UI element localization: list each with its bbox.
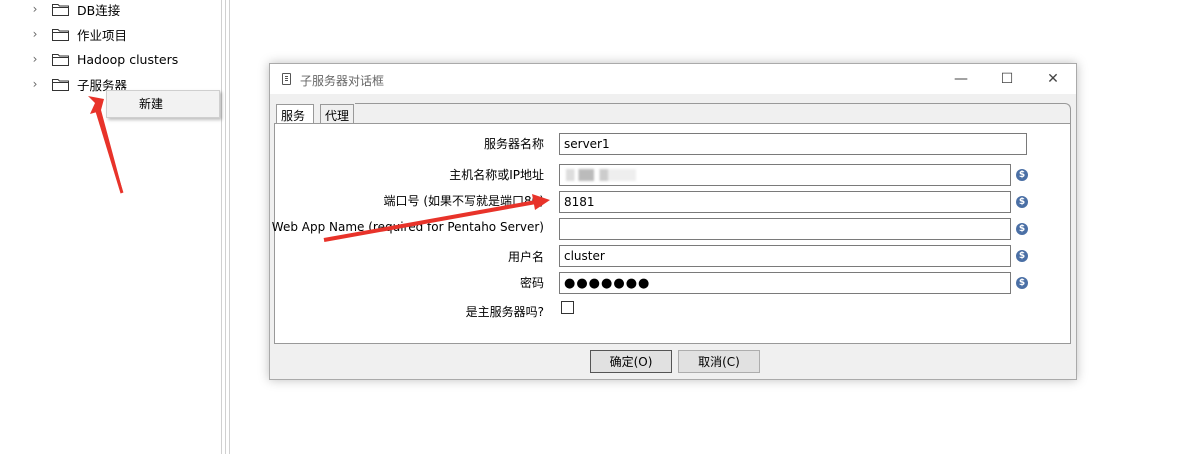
password-input[interactable]: ●●●●●●● [559,272,1011,294]
port-label: 端口号 (如果不写就是端口80) [383,194,544,208]
folder-icon [52,53,69,66]
webapp-name-label: Web App Name (required for Pentaho Serve… [271,220,544,234]
panel-splitter[interactable] [221,0,230,454]
variable-icon[interactable]: $ [1016,250,1028,262]
variable-icon[interactable]: $ [1016,277,1028,289]
tree-item-hadoop-clusters[interactable]: › Hadoop clusters [28,48,179,70]
variable-icon[interactable]: $ [1016,223,1028,235]
tab-proxy[interactable]: 代理 [320,104,354,124]
password-label: 密码 [519,276,544,290]
ok-button[interactable]: 确定(O) [590,350,672,373]
slave-server-dialog: 子服务器对话框 — ☐ ✕ 服务 代理 服务器名称 server1 主机名称或I… [269,63,1077,380]
folder-icon [52,78,69,91]
tree-item-label: DB连接 [77,2,121,18]
context-menu: 新建 [106,90,220,118]
is-master-label: 是主服务器吗? [465,305,544,319]
tree-item-label: Hadoop clusters [77,51,179,67]
tab-panel-service: 服务器名称 server1 主机名称或IP地址 $ 端口号 (如果不写就是端口8… [271,103,1071,344]
server-name-input[interactable]: server1 [559,133,1027,155]
redacted-value [566,169,636,181]
document-icon [282,73,291,85]
variable-icon[interactable]: $ [1016,196,1028,208]
dialog-titlebar[interactable]: 子服务器对话框 — ☐ ✕ [270,64,1076,94]
cancel-button[interactable]: 取消(C) [678,350,760,373]
minimize-button[interactable]: — [938,64,984,94]
chevron-right-icon[interactable]: › [28,2,42,16]
context-menu-item-new[interactable]: 新建 [139,95,163,112]
chevron-right-icon[interactable]: › [28,77,42,91]
tree-item-jobs[interactable]: › 作业项目 [28,23,127,45]
hostname-input[interactable] [559,164,1011,186]
hostname-label: 主机名称或IP地址 [449,168,544,182]
is-master-checkbox[interactable] [561,301,574,314]
close-button[interactable]: ✕ [1030,64,1076,94]
server-name-label: 服务器名称 [483,137,544,151]
tab-service[interactable]: 服务 [276,104,314,125]
folder-icon [52,28,69,41]
chevron-right-icon[interactable]: › [28,27,42,41]
port-input[interactable]: 8181 [559,191,1011,213]
username-label: 用户名 [507,250,544,264]
tree-panel: › DB连接 › 作业项目 › Hadoop clusters › 子服务器 [0,0,221,454]
username-input[interactable]: cluster [559,245,1011,267]
webapp-name-input[interactable] [559,218,1011,240]
chevron-right-icon[interactable]: › [28,52,42,66]
folder-icon [52,3,69,16]
tree-item-label: 作业项目 [77,27,128,43]
tree-item-db-connection[interactable]: › DB连接 [28,0,121,20]
maximize-button[interactable]: ☐ [984,64,1030,94]
variable-icon[interactable]: $ [1016,169,1028,181]
dialog-title: 子服务器对话框 [300,74,385,88]
